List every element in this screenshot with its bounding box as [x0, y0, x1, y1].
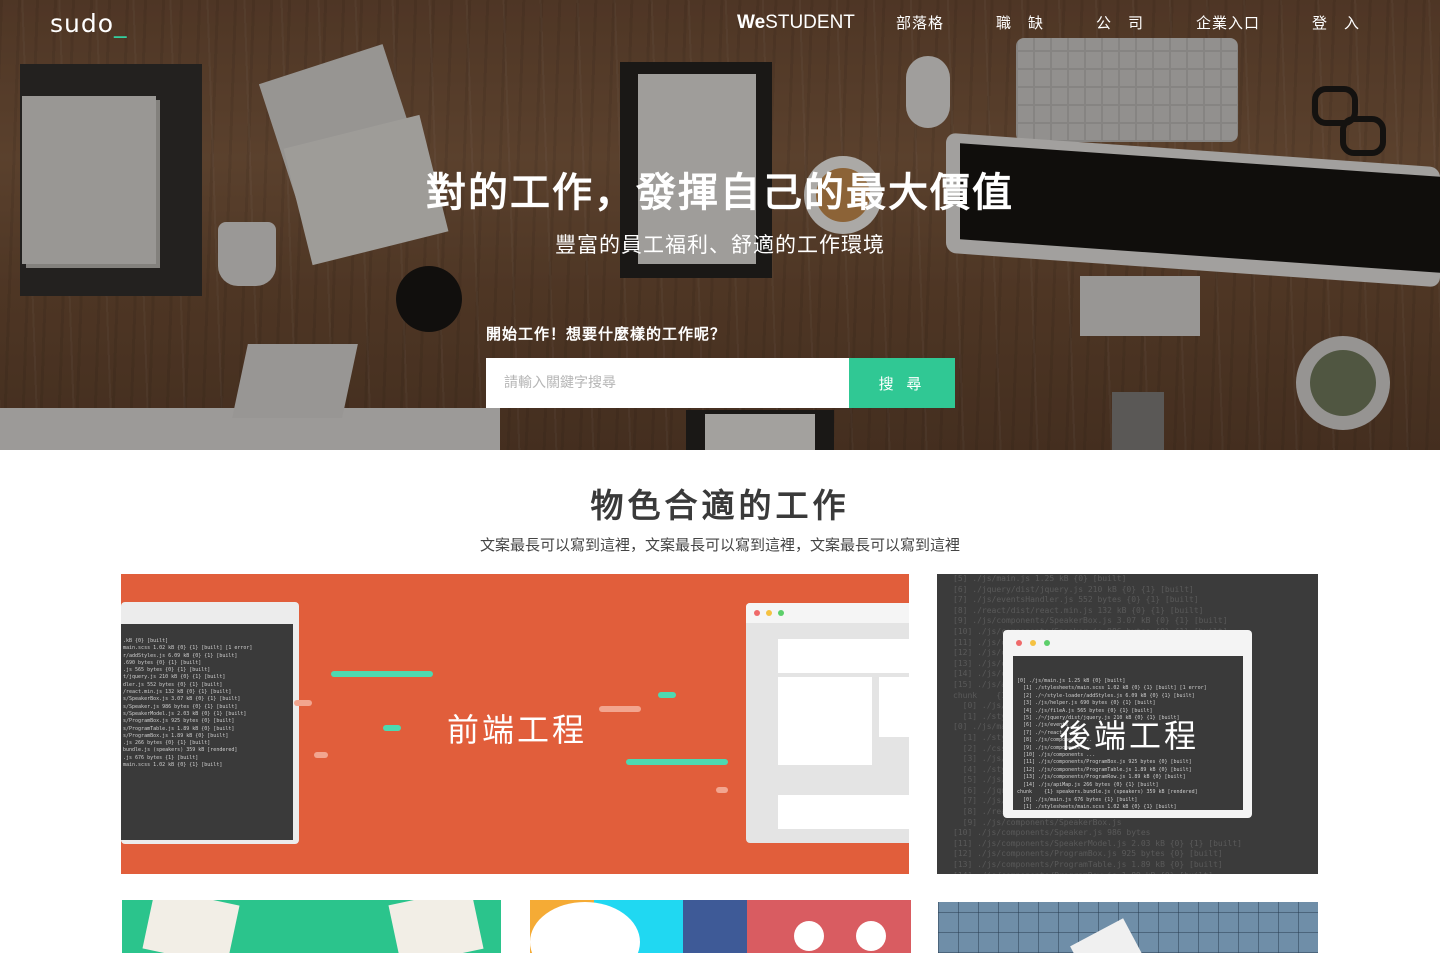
decor-dash: [599, 706, 641, 712]
decor-dash: [716, 787, 728, 793]
nav-login-link[interactable]: 登 入: [1312, 12, 1360, 33]
category-card[interactable]: [530, 900, 911, 953]
window-maximize-dot-icon: [1044, 640, 1050, 646]
window-minimize-dot-icon: [1030, 640, 1036, 646]
browser-content-block: [879, 677, 909, 737]
sudo-logo[interactable]: sudo_: [50, 9, 128, 38]
westudent-logo-light: STUDENT: [765, 12, 855, 33]
circle-illustration: [856, 921, 886, 951]
decor-dash: [331, 671, 433, 677]
window-minimize-dot-icon: [766, 610, 772, 616]
frontend-category-label: 前端工程: [447, 711, 588, 749]
logo-cursor: _: [114, 9, 128, 38]
hero-title: 對的工作，發揮自己的最大價值: [426, 170, 1014, 216]
color-panel-illustration: [683, 900, 747, 953]
top-navigation: sudo_ WeSTUDENT 部落格 職 缺 公 司 企業入口 登 入: [0, 0, 1440, 50]
hero-subtitle: 豐富的員工福利、舒適的工作環境: [555, 233, 885, 257]
category-card[interactable]: [938, 902, 1318, 953]
backend-category-label: 後端工程: [1059, 717, 1200, 755]
search-button[interactable]: 搜 尋: [849, 358, 955, 408]
window-maximize-dot-icon: [778, 610, 784, 616]
browser-content-block: [778, 677, 872, 765]
category-card[interactable]: [122, 900, 501, 953]
nav-blog-link[interactable]: 部落格: [896, 12, 944, 33]
circle-illustration: [794, 921, 824, 951]
nav-jobs-link[interactable]: 職 缺: [996, 12, 1044, 33]
westudent-logo-bold: We: [737, 12, 766, 33]
browser-content-block: [778, 795, 909, 829]
window-close-dot-icon: [754, 610, 760, 616]
paper-illustration: [142, 900, 240, 953]
decor-dash: [294, 700, 312, 706]
decor-dash: [626, 759, 728, 765]
shape-illustration: [1070, 918, 1142, 953]
nav-companies-link[interactable]: 公 司: [1096, 12, 1144, 33]
logo-text: sudo: [50, 9, 115, 38]
terminal-code-illustration: .kB {0} [built] main.scss 1.02 kB {0} {1…: [123, 638, 253, 769]
decor-dash: [383, 725, 401, 731]
browser-content-block: [778, 639, 909, 673]
nav-westudent-link[interactable]: WeSTUDENT: [737, 12, 855, 34]
decor-dash: [314, 752, 328, 758]
section-description: 文案最長可以寫到這裡，文案最長可以寫到這裡，文案最長可以寫到這裡: [479, 536, 960, 554]
window-close-dot-icon: [1016, 640, 1022, 646]
color-panel-illustration: [747, 900, 911, 953]
search-input[interactable]: [486, 358, 849, 408]
paper-illustration: [388, 900, 484, 953]
search-prompt-label: 開始工作！想要什麼樣的工作呢？: [486, 325, 727, 343]
decor-dash: [658, 692, 676, 698]
nav-enterprise-link[interactable]: 企業入口: [1196, 12, 1260, 33]
section-title: 物色合適的工作: [590, 486, 850, 525]
